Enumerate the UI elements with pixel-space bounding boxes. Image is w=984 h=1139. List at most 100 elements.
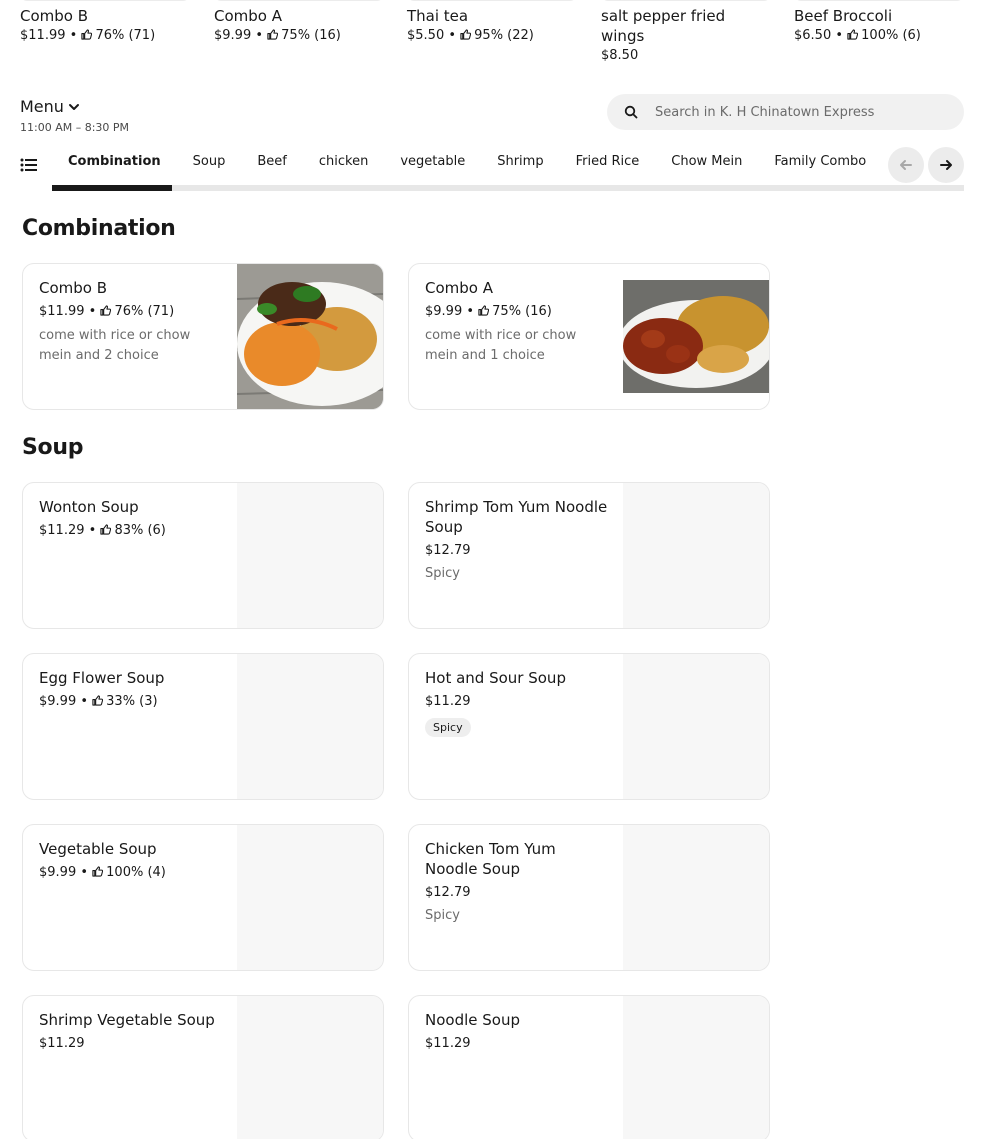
item-image-placeholder (237, 996, 383, 1139)
menu-dropdown[interactable]: Menu (20, 97, 80, 116)
item-price: $11.29 (425, 694, 471, 709)
thumbs-up-icon (100, 305, 112, 316)
item-meta: $9.99 • 33% (3) (39, 694, 158, 709)
item-meta: $12.79 (425, 542, 611, 560)
item-name: Shrimp Vegetable Soup (39, 1011, 215, 1029)
tab-chicken[interactable]: chicken (303, 145, 384, 181)
item-image-placeholder (623, 825, 769, 970)
tab-combination[interactable]: Combination (52, 145, 177, 181)
item-meta: $9.99 • 75% (16) (425, 304, 552, 319)
featured-item-meta: $9.99 • 75% (16) (214, 28, 341, 43)
menu-item-card[interactable]: Shrimp Tom Yum Noodle Soup $12.79 Spicy (408, 482, 770, 629)
item-meta: $12.79 (425, 884, 611, 902)
tab-chow-mein[interactable]: Chow Mein (655, 145, 758, 181)
menu-search[interactable] (607, 94, 964, 130)
item-price: $9.99 (214, 28, 252, 43)
item-name: Vegetable Soup (39, 840, 157, 858)
scroll-left-button[interactable] (888, 147, 924, 183)
item-price: $9.99 (39, 865, 77, 880)
menu-item-card[interactable]: Hot and Sour Soup $11.29 Spicy (408, 653, 770, 800)
tab-vegetable[interactable]: vegetable (384, 145, 481, 181)
item-price: $12.79 (425, 885, 471, 900)
item-image-placeholder (237, 654, 383, 799)
featured-item-image (794, 0, 964, 1)
item-rating: 100% (4) (106, 865, 166, 880)
menu-item-card[interactable]: Noodle Soup $11.29 (408, 995, 770, 1139)
item-tag-badge: Spicy (425, 718, 471, 737)
search-icon (607, 105, 655, 119)
item-name: Shrimp Tom Yum Noodle Soup (425, 498, 608, 536)
tab-scroller: Combination Soup Beef chicken vegetable Shrim… (52, 145, 880, 185)
item-image (618, 264, 769, 409)
item-rating: 33% (3) (106, 694, 158, 709)
featured-item-name: Combo B (20, 7, 89, 25)
menu-title: Menu (20, 97, 64, 116)
tab-shrimp[interactable]: Shrimp (481, 145, 559, 181)
chevron-down-icon (68, 103, 79, 110)
item-rating: 76% (71) (95, 28, 156, 43)
thumbs-up-icon (100, 524, 112, 535)
item-description: come with rice or chow mein and 1 choice (425, 328, 577, 363)
item-meta: $9.99 • 100% (4) (39, 865, 166, 880)
item-name: Combo A (425, 279, 493, 297)
item-meta: $11.29 (425, 1035, 611, 1053)
item-price: $9.99 (425, 304, 463, 319)
item-image-placeholder (623, 654, 769, 799)
active-tab-indicator (52, 185, 172, 191)
item-rating: 75% (16) (281, 28, 341, 43)
thumbs-up-icon (460, 29, 472, 40)
featured-item-meta: $5.50 • 95% (22) (407, 28, 534, 43)
item-rating: 83% (6) (114, 523, 166, 538)
item-price: $9.99 (39, 694, 77, 709)
section-title-combination: Combination (22, 216, 176, 241)
item-rating: 75% (16) (492, 304, 552, 319)
item-rating: 95% (22) (474, 28, 534, 43)
featured-item-name: salt pepper fried wings (601, 7, 726, 45)
menu-hours: 11:00 AM – 8:30 PM (20, 121, 130, 134)
thumbs-up-icon (267, 29, 279, 40)
list-icon[interactable] (20, 157, 38, 173)
menu-item-card[interactable]: Combo B $11.99 • 76% (71) come with rice… (22, 263, 384, 410)
featured-item-image (407, 0, 577, 1)
scroll-right-button[interactable] (928, 147, 964, 183)
item-name: Combo B (39, 279, 108, 297)
menu-item-card[interactable]: Vegetable Soup $9.99 • 100% (4) (22, 824, 384, 971)
tab-beef[interactable]: Beef (241, 145, 303, 181)
arrow-right-icon (940, 160, 952, 170)
item-rating: 100% (6) (861, 28, 921, 43)
section-title-soup: Soup (22, 435, 84, 460)
item-description: come with rice or chow mein and 2 choice (39, 328, 191, 363)
featured-item-meta: $8.50 (601, 48, 638, 63)
item-price: $12.79 (425, 543, 471, 558)
tab-soup[interactable]: Soup (177, 145, 242, 181)
item-name: Chicken Tom Yum Noodle Soup (425, 840, 556, 878)
tab-family-combo[interactable]: Family Combo (758, 145, 880, 181)
item-price: $11.29 (39, 1036, 85, 1051)
featured-item-name: Combo A (214, 7, 282, 25)
search-input[interactable] (655, 104, 945, 120)
menu-item-card[interactable]: Chicken Tom Yum Noodle Soup $12.79 Spicy (408, 824, 770, 971)
item-name: Egg Flower Soup (39, 669, 165, 687)
menu-item-card[interactable]: Wonton Soup $11.29 • 83% (6) (22, 482, 384, 629)
item-image-placeholder (623, 483, 769, 628)
category-tabs: Combination Soup Beef chicken vegetable Shrim… (0, 145, 984, 191)
item-tag: Spicy (425, 566, 460, 581)
featured-item-meta: $11.99 • 76% (71) (20, 28, 156, 43)
menu-item-card[interactable]: Egg Flower Soup $9.99 • 33% (3) (22, 653, 384, 800)
featured-item-image (20, 0, 190, 1)
item-rating: 76% (71) (114, 304, 175, 319)
item-tag: Spicy (425, 908, 460, 923)
featured-item-image (214, 0, 384, 1)
item-image-placeholder (623, 996, 769, 1139)
menu-item-card[interactable]: Shrimp Vegetable Soup $11.29 (22, 995, 384, 1139)
menu-item-card[interactable]: Combo A $9.99 • 75% (16) come with rice … (408, 263, 770, 410)
item-price: $8.50 (601, 48, 639, 63)
featured-item-image (601, 0, 771, 1)
item-name: Noodle Soup (425, 1011, 520, 1029)
featured-items-strip: Combo B $11.99 • 76% (71) Combo A $9.99 … (0, 0, 984, 72)
tab-fried-rice[interactable]: Fried Rice (560, 145, 656, 181)
item-image-placeholder (237, 483, 383, 628)
item-meta: $11.99 • 76% (71) (39, 304, 175, 319)
item-name: Wonton Soup (39, 498, 139, 516)
featured-item-name: Thai tea (407, 7, 469, 25)
